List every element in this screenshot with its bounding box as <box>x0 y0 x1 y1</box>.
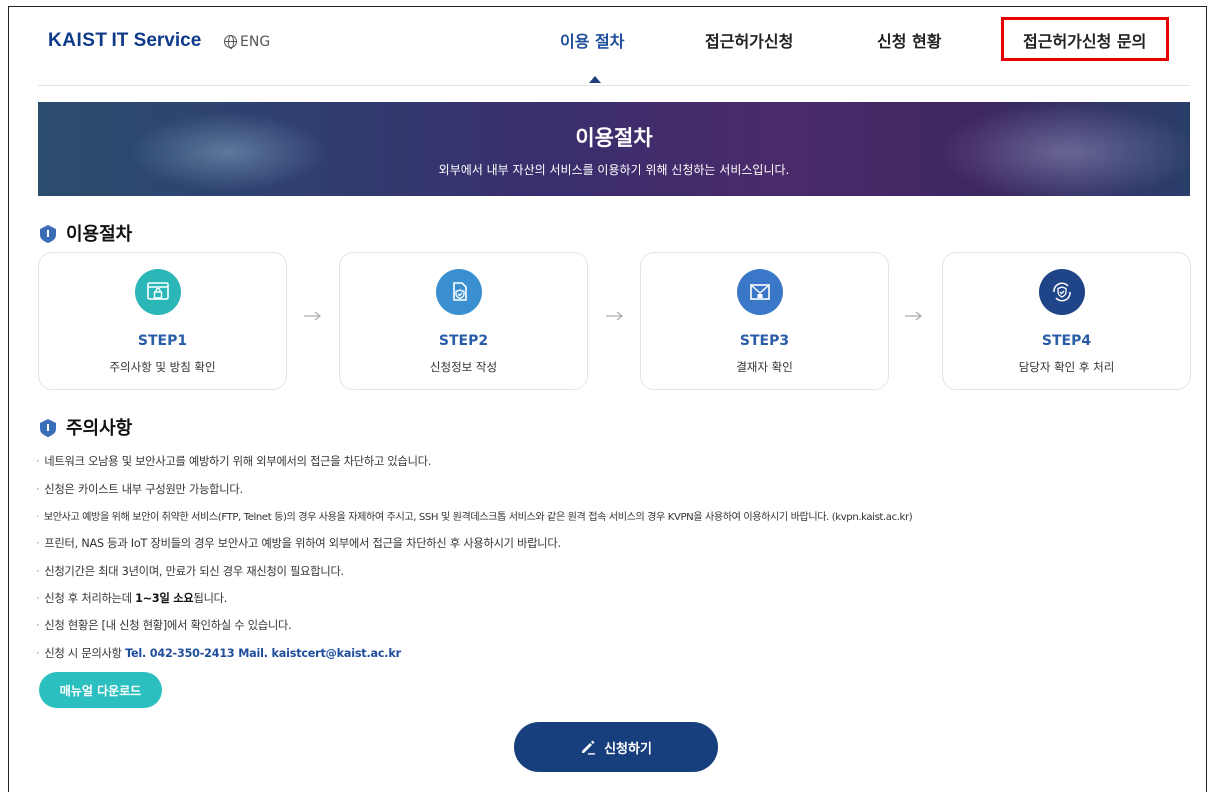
step-description: 신청정보 작성 <box>429 360 498 374</box>
step-description: 결재자 확인 <box>736 360 793 374</box>
language-switch[interactable]: ENG <box>224 34 270 50</box>
notice-title: 주의사항 <box>66 418 133 439</box>
procedure-heading: 이용절차 <box>40 220 132 246</box>
nav-inquiry-highlight <box>1001 17 1169 61</box>
notice-contact: · 신청 시 문의사항 Tel. 042-350-2413 Mail. kaist… <box>36 647 401 660</box>
banner-title: 이용절차 <box>575 126 653 150</box>
notice-item: · 신청 현황은 [내 신청 현황]에서 확인하실 수 있습니다. <box>36 619 292 632</box>
step-label: STEP1 <box>137 333 188 349</box>
shield-icon <box>40 225 56 243</box>
procedure-title: 이용절차 <box>66 224 133 245</box>
nav-procedure[interactable]: 이용 절차 <box>560 28 624 52</box>
nav-apply-access[interactable]: 접근허가신청 <box>705 28 793 52</box>
apply-button[interactable]: 신청하기 <box>514 722 718 772</box>
language-label: ENG <box>240 34 271 50</box>
step-description: 주의사항 및 방침 확인 <box>109 360 216 374</box>
notice-processing: · 신청 후 처리하는데 1~3일 소요됩니다. <box>36 592 228 605</box>
nav-status[interactable]: 신청 현황 <box>877 28 941 52</box>
step-card-3: STEP3 결재자 확인 <box>640 252 889 390</box>
apply-button-label: 신청하기 <box>604 741 652 757</box>
step-card-2: STEP2 신청정보 작성 <box>339 252 588 390</box>
notice-item: · 신청기간은 최대 3년이며, 만료가 되신 경우 재신청이 필요합니다. <box>36 565 344 578</box>
document-check-icon <box>436 269 482 315</box>
globe-icon <box>224 35 237 49</box>
header: KAIST IT Service ENG 이용 절차 접근허가신청 신청 현황 접… <box>38 0 1190 86</box>
contact-info[interactable]: Tel. 042-350-2413 Mail. kaistcert@kaist.… <box>125 647 401 660</box>
notice-item: · 보안사고 예방을 위해 보안이 취약한 서비스(FTP, Telnet 등)의… <box>36 512 913 523</box>
envelope-lock-icon <box>737 269 783 315</box>
arrow-right-icon <box>905 311 922 321</box>
browser-lock-icon <box>135 269 181 315</box>
step-label: STEP2 <box>438 333 489 349</box>
logo[interactable]: KAIST IT Service <box>48 30 201 52</box>
processing-time: 1~3일 소요 <box>135 592 194 605</box>
logo-kaist: KAIST <box>48 30 108 51</box>
banner: 이용절차 외부에서 내부 자산의 서비스를 이용하기 위해 신청하는 서비스입니… <box>38 102 1190 196</box>
active-nav-caret <box>589 76 601 83</box>
notice-item: · 네트워크 오남용 및 보안사고를 예방하기 위해 외부에서의 접근을 차단하고… <box>36 455 432 468</box>
shield-refresh-icon <box>1039 269 1085 315</box>
notice-heading: 주의사항 <box>40 414 132 440</box>
notice-item: · 프린터, NAS 등과 IoT 장비들의 경우 보안사고 예방을 위하여 외부… <box>36 537 561 550</box>
logo-service: IT Service <box>111 30 202 51</box>
banner-subtitle: 외부에서 내부 자산의 서비스를 이용하기 위해 신청하는 서비스입니다. <box>438 163 790 177</box>
notice-item: · 신청은 카이스트 내부 구성원만 가능합니다. <box>36 483 243 496</box>
step-label: STEP3 <box>739 333 790 349</box>
arrow-right-icon <box>304 311 321 321</box>
step-description: 담당자 확인 후 처리 <box>1018 360 1115 374</box>
shield-icon <box>40 419 56 437</box>
pencil-icon <box>582 740 596 755</box>
step-card-1: STEP1 주의사항 및 방침 확인 <box>38 252 287 390</box>
step-card-4: STEP4 담당자 확인 후 처리 <box>942 252 1191 390</box>
arrow-right-icon <box>606 311 623 321</box>
step-label: STEP4 <box>1041 333 1092 349</box>
manual-download-button[interactable]: 매뉴얼 다운로드 <box>39 672 162 708</box>
